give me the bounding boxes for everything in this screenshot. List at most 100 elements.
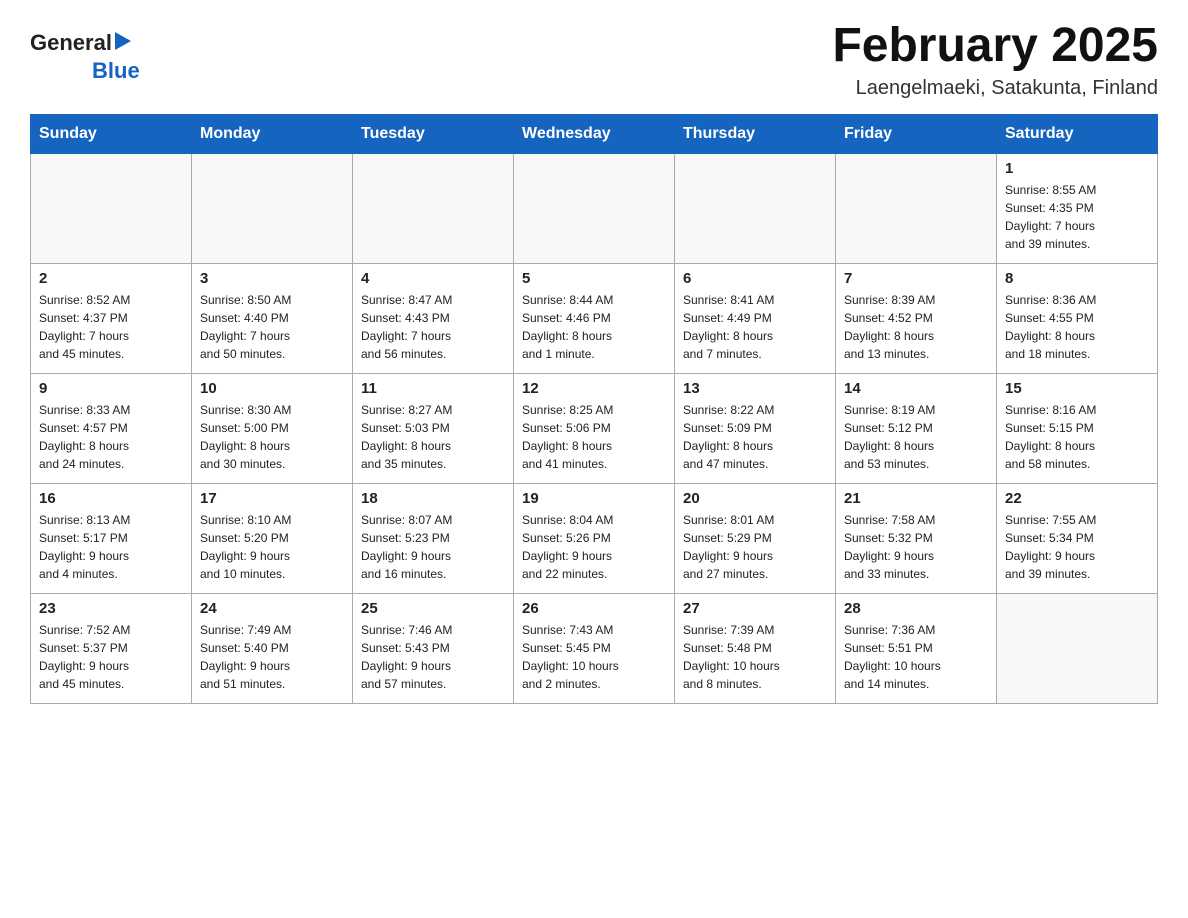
calendar-day: 1 Sunrise: 8:55 AM Sunset: 4:35 PM Daylig… <box>997 153 1158 263</box>
day-number: 3 <box>200 270 344 287</box>
day-info: Sunrise: 8:47 AM Sunset: 4:43 PM Dayligh… <box>361 291 505 363</box>
day-info: Sunrise: 8:50 AM Sunset: 4:40 PM Dayligh… <box>200 291 344 363</box>
calendar-day: 2 Sunrise: 8:52 AM Sunset: 4:37 PM Daylig… <box>31 263 192 373</box>
day-number: 5 <box>522 270 666 287</box>
day-number: 22 <box>1005 490 1149 507</box>
calendar-day <box>353 153 514 263</box>
calendar-week-5: 23 Sunrise: 7:52 AM Sunset: 5:37 PM Dayli… <box>31 593 1158 703</box>
day-info: Sunrise: 8:52 AM Sunset: 4:37 PM Dayligh… <box>39 291 183 363</box>
day-info: Sunrise: 7:46 AM Sunset: 5:43 PM Dayligh… <box>361 621 505 693</box>
day-info: Sunrise: 8:36 AM Sunset: 4:55 PM Dayligh… <box>1005 291 1149 363</box>
calendar-header-monday: Monday <box>192 114 353 153</box>
calendar-day: 14Sunrise: 8:19 AM Sunset: 5:12 PM Dayli… <box>836 373 997 483</box>
calendar-day: 3 Sunrise: 8:50 AM Sunset: 4:40 PM Daylig… <box>192 263 353 373</box>
calendar-header-row: SundayMondayTuesdayWednesdayThursdayFrid… <box>31 114 1158 153</box>
calendar-day <box>675 153 836 263</box>
day-info: Sunrise: 7:52 AM Sunset: 5:37 PM Dayligh… <box>39 621 183 693</box>
logo-text-general: General <box>30 30 112 56</box>
calendar-day: 9 Sunrise: 8:33 AM Sunset: 4:57 PM Daylig… <box>31 373 192 483</box>
day-number: 1 <box>1005 160 1149 177</box>
day-info: Sunrise: 8:07 AM Sunset: 5:23 PM Dayligh… <box>361 511 505 583</box>
calendar-day: 25 Sunrise: 7:46 AM Sunset: 5:43 PM Dayli… <box>353 593 514 703</box>
calendar-day: 22 Sunrise: 7:55 AM Sunset: 5:34 PM Dayli… <box>997 483 1158 593</box>
calendar-header-wednesday: Wednesday <box>514 114 675 153</box>
day-info: Sunrise: 8:55 AM Sunset: 4:35 PM Dayligh… <box>1005 181 1149 253</box>
day-info: Sunrise: 8:22 AM Sunset: 5:09 PM Dayligh… <box>683 401 827 473</box>
day-number: 2 <box>39 270 183 287</box>
calendar-week-2: 2 Sunrise: 8:52 AM Sunset: 4:37 PM Daylig… <box>31 263 1158 373</box>
calendar-day: 7 Sunrise: 8:39 AM Sunset: 4:52 PM Daylig… <box>836 263 997 373</box>
day-info: Sunrise: 7:58 AM Sunset: 5:32 PM Dayligh… <box>844 511 988 583</box>
day-info: Sunrise: 8:01 AM Sunset: 5:29 PM Dayligh… <box>683 511 827 583</box>
calendar-day: 13 Sunrise: 8:22 AM Sunset: 5:09 PM Dayli… <box>675 373 836 483</box>
calendar-day: 6 Sunrise: 8:41 AM Sunset: 4:49 PM Daylig… <box>675 263 836 373</box>
day-info: Sunrise: 8:10 AM Sunset: 5:20 PM Dayligh… <box>200 511 344 583</box>
title-block: February 2025 Laengelmaeki, Satakunta, F… <box>832 20 1158 100</box>
day-info: Sunrise: 8:39 AM Sunset: 4:52 PM Dayligh… <box>844 291 988 363</box>
calendar-day: 11Sunrise: 8:27 AM Sunset: 5:03 PM Dayli… <box>353 373 514 483</box>
calendar-day: 26Sunrise: 7:43 AM Sunset: 5:45 PM Dayli… <box>514 593 675 703</box>
day-number: 28 <box>844 600 988 617</box>
calendar-day: 21 Sunrise: 7:58 AM Sunset: 5:32 PM Dayli… <box>836 483 997 593</box>
day-info: Sunrise: 8:30 AM Sunset: 5:00 PM Dayligh… <box>200 401 344 473</box>
day-number: 14 <box>844 380 988 397</box>
day-info: Sunrise: 7:55 AM Sunset: 5:34 PM Dayligh… <box>1005 511 1149 583</box>
day-number: 25 <box>361 600 505 617</box>
calendar-week-3: 9 Sunrise: 8:33 AM Sunset: 4:57 PM Daylig… <box>31 373 1158 483</box>
day-number: 26 <box>522 600 666 617</box>
day-number: 24 <box>200 600 344 617</box>
calendar-day <box>997 593 1158 703</box>
calendar-table: SundayMondayTuesdayWednesdayThursdayFrid… <box>30 114 1158 704</box>
day-number: 13 <box>683 380 827 397</box>
day-number: 27 <box>683 600 827 617</box>
calendar-day: 17 Sunrise: 8:10 AM Sunset: 5:20 PM Dayli… <box>192 483 353 593</box>
day-number: 21 <box>844 490 988 507</box>
month-title: February 2025 <box>832 20 1158 73</box>
calendar-day: 16 Sunrise: 8:13 AM Sunset: 5:17 PM Dayli… <box>31 483 192 593</box>
day-number: 7 <box>844 270 988 287</box>
day-number: 8 <box>1005 270 1149 287</box>
logo-arrow-icon <box>114 34 133 52</box>
day-number: 4 <box>361 270 505 287</box>
day-info: Sunrise: 8:41 AM Sunset: 4:49 PM Dayligh… <box>683 291 827 363</box>
calendar-day: 12 Sunrise: 8:25 AM Sunset: 5:06 PM Dayli… <box>514 373 675 483</box>
calendar-day: 15 Sunrise: 8:16 AM Sunset: 5:15 PM Dayli… <box>997 373 1158 483</box>
day-number: 15 <box>1005 380 1149 397</box>
calendar-header-thursday: Thursday <box>675 114 836 153</box>
day-number: 17 <box>200 490 344 507</box>
day-info: Sunrise: 8:25 AM Sunset: 5:06 PM Dayligh… <box>522 401 666 473</box>
day-number: 9 <box>39 380 183 397</box>
calendar-header-sunday: Sunday <box>31 114 192 153</box>
day-number: 20 <box>683 490 827 507</box>
day-info: Sunrise: 8:33 AM Sunset: 4:57 PM Dayligh… <box>39 401 183 473</box>
calendar-header-saturday: Saturday <box>997 114 1158 153</box>
day-number: 19 <box>522 490 666 507</box>
calendar-header-tuesday: Tuesday <box>353 114 514 153</box>
day-number: 6 <box>683 270 827 287</box>
day-info: Sunrise: 8:16 AM Sunset: 5:15 PM Dayligh… <box>1005 401 1149 473</box>
day-info: Sunrise: 8:44 AM Sunset: 4:46 PM Dayligh… <box>522 291 666 363</box>
calendar-day: 8 Sunrise: 8:36 AM Sunset: 4:55 PM Daylig… <box>997 263 1158 373</box>
logo: General <box>30 30 133 56</box>
calendar-day <box>192 153 353 263</box>
day-info: Sunrise: 8:13 AM Sunset: 5:17 PM Dayligh… <box>39 511 183 583</box>
day-number: 23 <box>39 600 183 617</box>
day-number: 12 <box>522 380 666 397</box>
calendar-day: 4 Sunrise: 8:47 AM Sunset: 4:43 PM Daylig… <box>353 263 514 373</box>
calendar-week-1: 1 Sunrise: 8:55 AM Sunset: 4:35 PM Daylig… <box>31 153 1158 263</box>
day-number: 16 <box>39 490 183 507</box>
calendar-day <box>31 153 192 263</box>
calendar-day: 10 Sunrise: 8:30 AM Sunset: 5:00 PM Dayli… <box>192 373 353 483</box>
location: Laengelmaeki, Satakunta, Finland <box>832 77 1158 100</box>
day-number: 10 <box>200 380 344 397</box>
day-number: 18 <box>361 490 505 507</box>
calendar-day: 28 Sunrise: 7:36 AM Sunset: 5:51 PM Dayli… <box>836 593 997 703</box>
day-info: Sunrise: 8:04 AM Sunset: 5:26 PM Dayligh… <box>522 511 666 583</box>
calendar-day: 18 Sunrise: 8:07 AM Sunset: 5:23 PM Dayli… <box>353 483 514 593</box>
calendar-day: 27Sunrise: 7:39 AM Sunset: 5:48 PM Dayli… <box>675 593 836 703</box>
day-info: Sunrise: 7:36 AM Sunset: 5:51 PM Dayligh… <box>844 621 988 693</box>
calendar-day: 20 Sunrise: 8:01 AM Sunset: 5:29 PM Dayli… <box>675 483 836 593</box>
day-info: Sunrise: 7:49 AM Sunset: 5:40 PM Dayligh… <box>200 621 344 693</box>
calendar-header-friday: Friday <box>836 114 997 153</box>
calendar-day <box>514 153 675 263</box>
